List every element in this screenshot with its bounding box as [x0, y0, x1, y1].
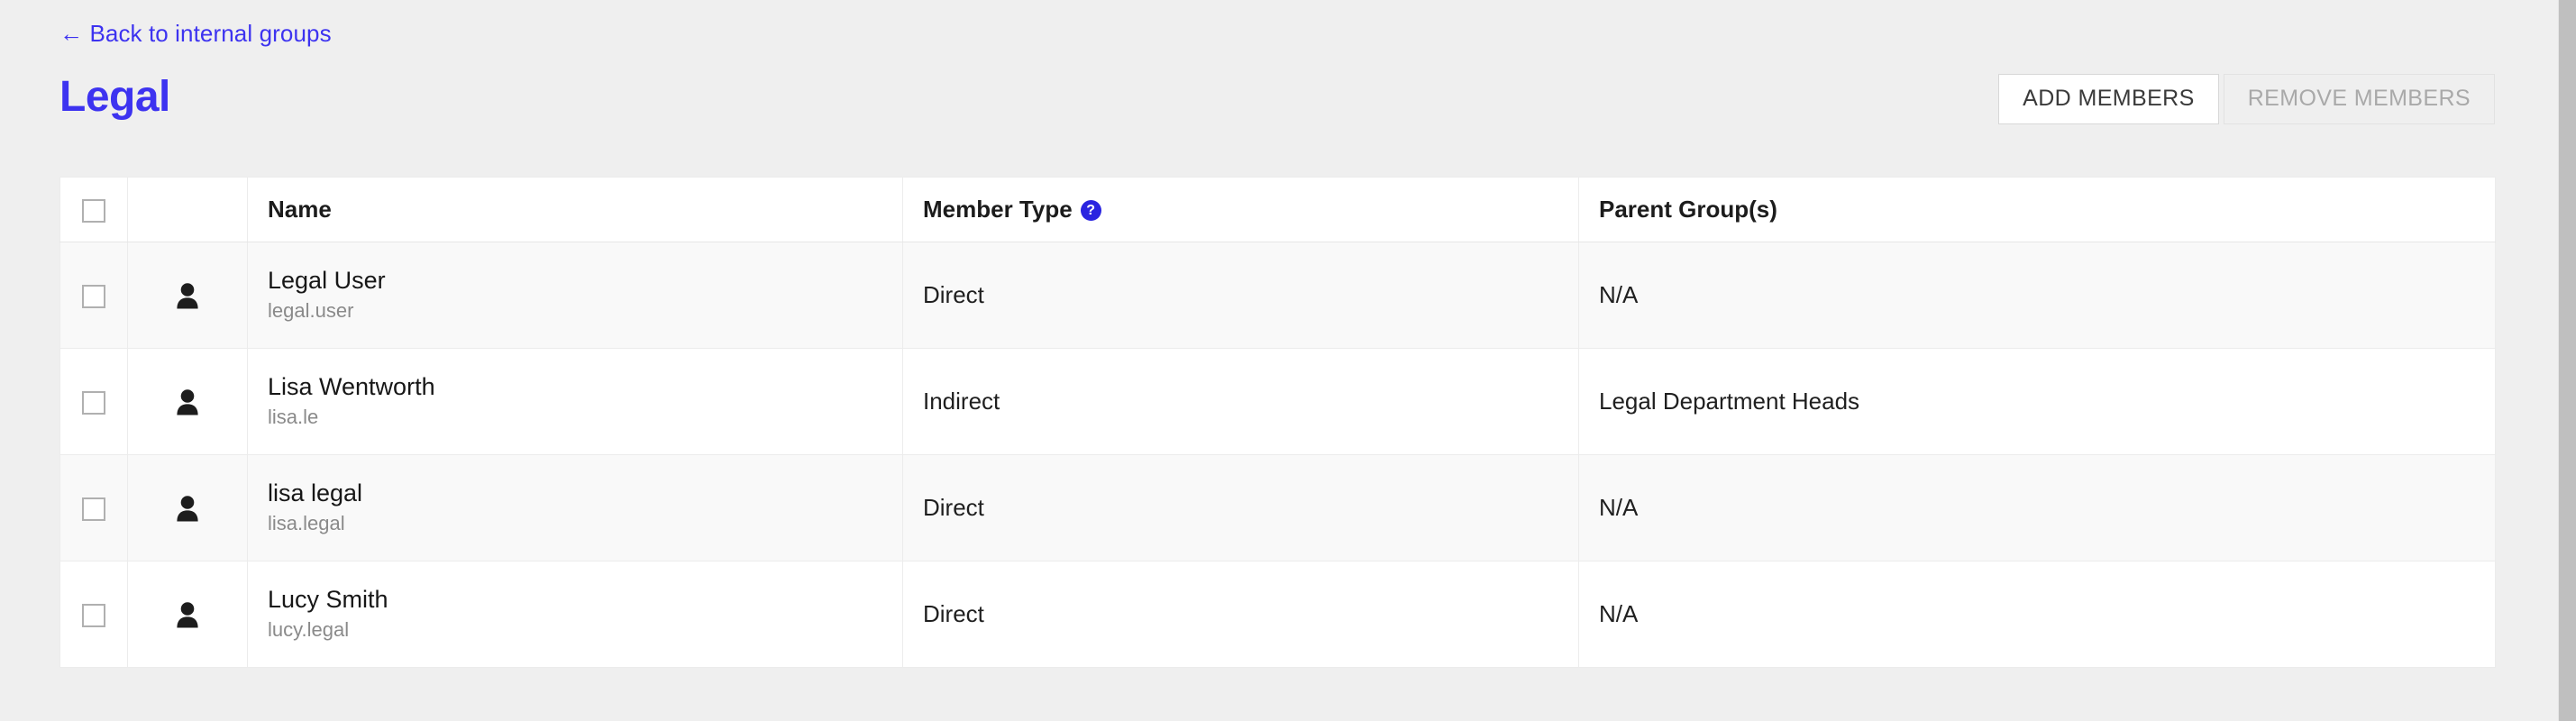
page-root: ← Back to internal groups Legal ADD MEMB…: [0, 0, 2576, 721]
vertical-scrollbar-track[interactable]: [2558, 0, 2576, 721]
row-select-checkbox[interactable]: [82, 285, 105, 309]
row-select-cell: [59, 242, 128, 349]
table-row: Lucy Smith lucy.legal Direct N/A: [59, 561, 2496, 668]
row-avatar-cell: [127, 561, 248, 668]
row-select-cell: [59, 348, 128, 455]
row-name-cell: Legal User legal.user: [247, 242, 903, 349]
row-name-cell: Lisa Wentworth lisa.le: [247, 348, 903, 455]
table-header: Name Member Type? Parent Group(s): [59, 177, 2496, 242]
member-name: Lisa Wentworth: [268, 373, 435, 401]
back-arrow-icon: ←: [59, 20, 84, 47]
row-parent-groups-cell: N/A: [1578, 561, 2496, 668]
row-name-cell: Lucy Smith lucy.legal: [247, 561, 903, 668]
person-icon: [174, 280, 201, 309]
select-all-checkbox[interactable]: [82, 199, 105, 224]
back-to-internal-groups-link[interactable]: ← Back to internal groups: [59, 20, 332, 48]
members-table-container: Name Member Type? Parent Group(s) Legal …: [59, 177, 2496, 668]
member-type-header-label: Member Type: [923, 196, 1073, 223]
table-row: Legal User legal.user Direct N/A: [59, 242, 2496, 349]
row-avatar-cell: [127, 242, 248, 349]
help-icon[interactable]: ?: [1080, 200, 1101, 221]
row-avatar-cell: [127, 348, 248, 455]
row-select-checkbox[interactable]: [82, 604, 105, 628]
member-type-header-cell: Member Type?: [902, 177, 1579, 242]
row-member-type-cell: Direct: [902, 242, 1579, 349]
person-icon: [174, 387, 201, 415]
table-header-row: Name Member Type? Parent Group(s): [59, 177, 2496, 242]
member-username: lisa.legal: [268, 512, 345, 535]
remove-members-button: REMOVE MEMBERS: [2223, 74, 2495, 124]
row-avatar-cell: [127, 454, 248, 561]
member-username: legal.user: [268, 299, 354, 323]
row-member-type-cell: Direct: [902, 454, 1579, 561]
row-name-cell: lisa legal lisa.legal: [247, 454, 903, 561]
vertical-scrollbar-thumb[interactable]: [2559, 0, 2576, 721]
person-icon: [174, 599, 201, 628]
member-name: Lucy Smith: [268, 586, 388, 614]
select-all-header-cell: [59, 177, 128, 242]
row-select-checkbox[interactable]: [82, 391, 105, 415]
row-select-cell: [59, 561, 128, 668]
page-title: Legal: [59, 73, 170, 121]
back-link-label: Back to internal groups: [89, 20, 332, 47]
table-row: Lisa Wentworth lisa.le Indirect Legal Depar…: [59, 348, 2496, 455]
parent-groups-header-cell: Parent Group(s): [1578, 177, 2496, 242]
member-username: lisa.le: [268, 406, 319, 429]
member-username: lucy.legal: [268, 618, 350, 642]
table-body: Legal User legal.user Direct N/A Lisa Wentwo…: [59, 242, 2496, 668]
member-name: Legal User: [268, 267, 386, 295]
table-row: lisa legal lisa.legal Direct N/A: [59, 454, 2496, 561]
member-name: lisa legal: [268, 479, 363, 507]
row-member-type-cell: Indirect: [902, 348, 1579, 455]
row-member-type-cell: Direct: [902, 561, 1579, 668]
action-buttons: ADD MEMBERS REMOVE MEMBERS: [1998, 74, 2495, 124]
person-icon: [174, 493, 201, 522]
members-table: Name Member Type? Parent Group(s) Legal …: [59, 177, 2496, 668]
row-parent-groups-cell: Legal Department Heads: [1578, 348, 2496, 455]
row-parent-groups-cell: N/A: [1578, 454, 2496, 561]
row-select-cell: [59, 454, 128, 561]
row-parent-groups-cell: N/A: [1578, 242, 2496, 349]
add-members-button[interactable]: ADD MEMBERS: [1998, 74, 2219, 124]
row-select-checkbox[interactable]: [82, 497, 105, 522]
name-header-cell: Name: [247, 177, 903, 242]
avatar-header-cell: [127, 177, 248, 242]
